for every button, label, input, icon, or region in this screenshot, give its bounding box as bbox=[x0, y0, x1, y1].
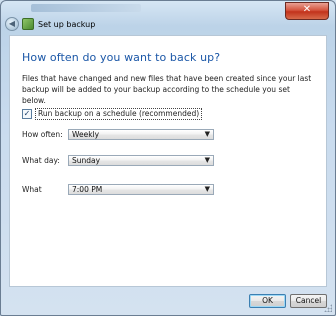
what-time-select[interactable]: 7:00 PM ▼ bbox=[68, 184, 214, 195]
window-title: Set up backup bbox=[38, 19, 96, 29]
what-time-label: What bbox=[22, 185, 42, 194]
checkmark-icon: ✓ bbox=[23, 109, 31, 118]
what-day-label: What day: bbox=[22, 156, 60, 165]
what-day-value: Sunday bbox=[72, 156, 101, 165]
how-often-value: Weekly bbox=[72, 130, 100, 139]
what-time-value: 7:00 PM bbox=[72, 185, 103, 194]
how-often-label: How often: bbox=[22, 130, 63, 139]
content-panel: How often do you want to back up? Files … bbox=[9, 35, 327, 287]
chevron-down-icon: ▼ bbox=[204, 185, 210, 193]
backup-dialog-window: ✕ ◀ Set up backup How often do you want … bbox=[0, 0, 336, 316]
close-button[interactable]: ✕ bbox=[285, 2, 329, 20]
page-heading: How often do you want to back up? bbox=[22, 51, 221, 64]
background-glass-text bbox=[31, 4, 141, 12]
description-text: Files that have changed and new files th… bbox=[22, 74, 312, 105]
back-button[interactable]: ◀ bbox=[5, 17, 19, 31]
what-day-select[interactable]: Sunday ▼ bbox=[68, 155, 214, 166]
cancel-button[interactable]: Cancel bbox=[290, 294, 327, 308]
schedule-checkbox-label[interactable]: Run backup on a schedule (recommended) bbox=[35, 108, 203, 120]
dialog-footer: OK Cancel bbox=[9, 286, 327, 313]
ok-button[interactable]: OK bbox=[249, 294, 286, 308]
backup-app-icon bbox=[22, 18, 34, 30]
chevron-down-icon: ▼ bbox=[204, 130, 210, 138]
how-often-select[interactable]: Weekly ▼ bbox=[68, 129, 214, 140]
how-often-row: How often: Weekly ▼ bbox=[22, 129, 214, 140]
title-bar: ✕ ◀ Set up backup bbox=[1, 1, 335, 31]
nav-row: ◀ Set up backup bbox=[5, 17, 95, 31]
back-arrow-icon: ◀ bbox=[8, 19, 16, 28]
what-day-row: What day: Sunday ▼ bbox=[22, 155, 214, 166]
what-time-row: What 7:00 PM ▼ bbox=[22, 184, 214, 195]
schedule-checkbox-row[interactable]: ✓ Run backup on a schedule (recommended) bbox=[22, 108, 203, 120]
chevron-down-icon: ▼ bbox=[204, 156, 210, 164]
schedule-checkbox[interactable]: ✓ bbox=[22, 109, 32, 119]
